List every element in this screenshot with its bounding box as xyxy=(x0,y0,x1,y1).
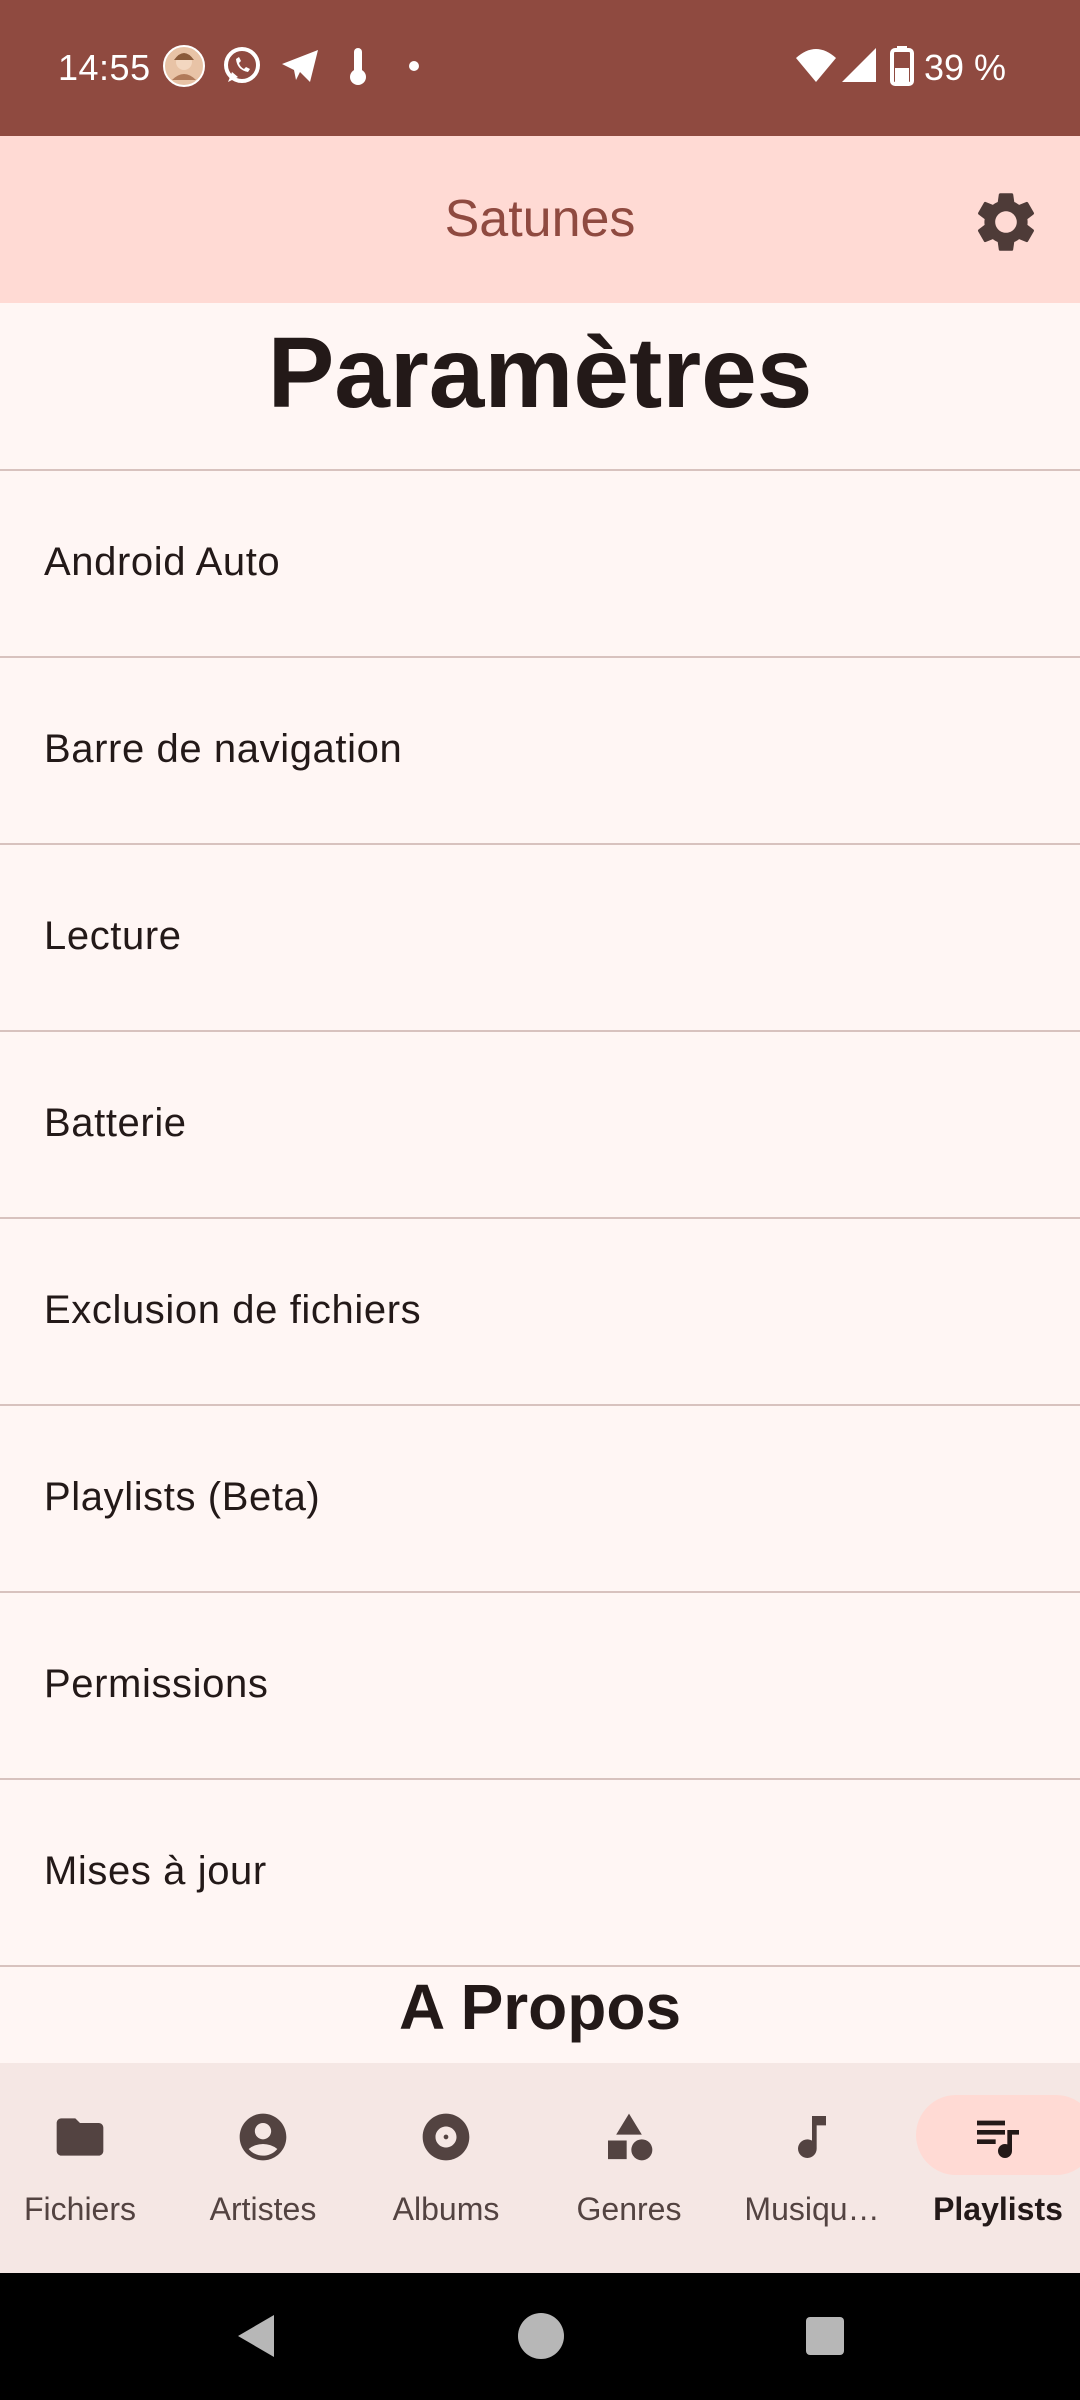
settings-item-updates[interactable]: Mises à jour xyxy=(0,1779,1080,1964)
section-title-about: A Propos xyxy=(398,1971,682,2043)
page-title: Paramètres xyxy=(267,317,813,429)
music-note-icon xyxy=(784,2109,840,2165)
settings-item-navigation-bar[interactable]: Barre de navigation xyxy=(0,657,1080,842)
settings-item-playlists-beta[interactable]: Playlists (Beta) xyxy=(0,1405,1080,1590)
nav-item-albums[interactable]: Albums xyxy=(356,2063,536,2273)
nav-item-artistes[interactable]: Artistes xyxy=(173,2063,353,2273)
back-icon[interactable] xyxy=(230,2311,280,2366)
settings-item-label: Exclusion de fichiers xyxy=(44,1288,422,1332)
wifi-icon xyxy=(794,44,838,93)
nav-label: Genres xyxy=(576,2191,682,2227)
nav-item-genres[interactable]: Genres xyxy=(539,2063,719,2273)
whatsapp-icon xyxy=(220,44,264,93)
shapes-icon xyxy=(601,2109,657,2165)
nav-item-fichiers[interactable]: Fichiers xyxy=(0,2063,170,2273)
settings-content: Paramètres Android Auto Barre de navigat… xyxy=(0,303,1080,2063)
settings-item-label: Permissions xyxy=(44,1662,269,1706)
person-icon xyxy=(235,2109,291,2165)
battery-percentage: 39 % xyxy=(924,47,1007,88)
avatar-icon xyxy=(162,44,206,93)
nav-label: Musiqu… xyxy=(744,2191,880,2227)
status-bar: 14:55 39 % xyxy=(0,0,1080,136)
recents-icon[interactable] xyxy=(800,2311,850,2366)
settings-item-label: Lecture xyxy=(44,914,182,958)
settings-button[interactable] xyxy=(970,186,1042,258)
settings-item-file-exclusion[interactable]: Exclusion de fichiers xyxy=(0,1218,1080,1403)
bottom-navigation: Fichiers Artistes Albums Genres Musiqu… … xyxy=(0,2063,1080,2273)
system-navigation-bar xyxy=(0,2273,1080,2400)
settings-item-label: Android Auto xyxy=(44,540,281,584)
app-title: Satunes xyxy=(444,190,636,248)
gear-icon xyxy=(977,193,1035,251)
playlist-icon xyxy=(970,2109,1026,2165)
dot-icon xyxy=(396,44,440,93)
nav-label: Artistes xyxy=(209,2191,317,2227)
settings-item-label: Batterie xyxy=(44,1101,187,1145)
signal-icon xyxy=(838,44,882,93)
home-icon[interactable] xyxy=(516,2311,566,2366)
nav-item-playlists[interactable]: Playlists xyxy=(908,2063,1080,2273)
settings-item-label: Playlists (Beta) xyxy=(44,1475,321,1519)
settings-item-label: Barre de navigation xyxy=(44,727,403,771)
folder-icon xyxy=(52,2109,108,2165)
status-time: 14:55 xyxy=(58,47,151,88)
top-app-bar: Satunes xyxy=(0,136,1080,303)
settings-item-permissions[interactable]: Permissions xyxy=(0,1592,1080,1777)
nav-item-musiques[interactable]: Musiqu… xyxy=(722,2063,902,2273)
nav-label: Fichiers xyxy=(23,2191,136,2227)
nav-label: Playlists xyxy=(933,2191,1063,2227)
settings-item-battery[interactable]: Batterie xyxy=(0,1031,1080,1216)
disc-icon xyxy=(418,2109,474,2165)
settings-item-android-auto[interactable]: Android Auto xyxy=(0,470,1080,655)
telegram-icon xyxy=(278,44,322,93)
thermometer-icon xyxy=(336,44,380,93)
battery-icon xyxy=(886,44,918,93)
nav-label: Albums xyxy=(392,2191,500,2227)
settings-item-playback[interactable]: Lecture xyxy=(0,844,1080,1029)
settings-item-label: Mises à jour xyxy=(44,1849,267,1893)
